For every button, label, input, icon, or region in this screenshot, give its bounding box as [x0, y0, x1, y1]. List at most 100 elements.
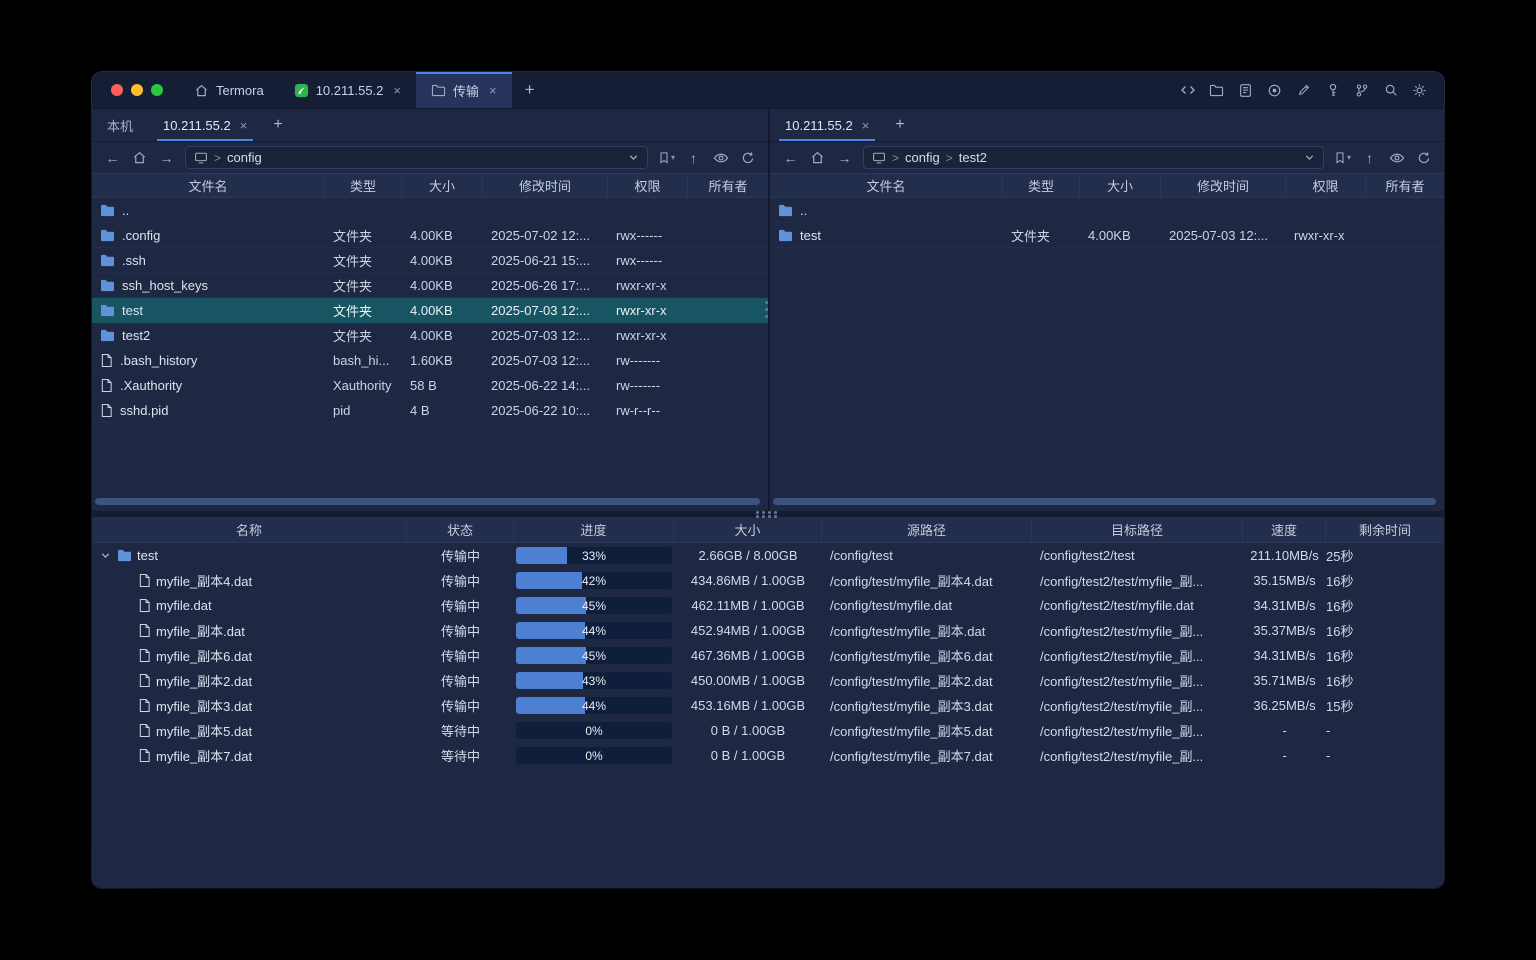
home-button[interactable] — [805, 146, 830, 170]
file-row[interactable]: .ssh文件夹4.00KB2025-06-21 15:...rwx------ — [92, 248, 768, 273]
transfer-row[interactable]: myfile_副本5.dat等待中0%0 B / 1.00GB/config/t… — [92, 718, 1444, 743]
transfer-row[interactable]: myfile_副本4.dat传输中42%434.86MB / 1.00GB/co… — [92, 568, 1444, 593]
transfer-row[interactable]: myfile_副本7.dat等待中0%0 B / 1.00GB/config/t… — [92, 743, 1444, 768]
path-breadcrumb[interactable]: >config>test2 — [863, 146, 1324, 169]
column-header[interactable]: 权限 — [608, 174, 688, 197]
show-hidden-files-button[interactable] — [1384, 146, 1409, 170]
refresh-button[interactable] — [1411, 146, 1436, 170]
close-tab-icon[interactable]: × — [489, 83, 497, 98]
transfer-row[interactable]: test传输中33%2.66GB / 8.00GB/config/test/co… — [92, 543, 1444, 568]
file-row[interactable]: ssh_host_keys文件夹4.00KB2025-06-26 17:...r… — [92, 273, 768, 298]
app-tab[interactable]: 传输× — [416, 72, 512, 108]
file-row[interactable]: sshd.pidpid4 B2025-06-22 10:...rw-r--r-- — [92, 398, 768, 423]
panel-tab[interactable]: 10.211.55.2× — [148, 109, 262, 141]
new-tab-button[interactable]: + — [512, 72, 548, 108]
app-tab[interactable]: Termora — [179, 72, 279, 108]
scrollbar-thumb[interactable] — [773, 498, 1436, 505]
transfer-column-header[interactable]: 速度 — [1243, 517, 1326, 542]
search-icon — [1384, 83, 1398, 97]
log-button[interactable] — [1236, 81, 1255, 100]
path-breadcrumb[interactable]: >config — [185, 146, 648, 169]
transfer-column-header[interactable]: 大小 — [674, 517, 822, 542]
transfer-remaining-cell: 16秒 — [1326, 621, 1353, 640]
transfer-size-cell: 452.94MB / 1.00GB — [674, 623, 822, 638]
column-header[interactable]: 权限 — [1286, 174, 1366, 197]
branch-button[interactable] — [1352, 81, 1371, 100]
chevron-down-icon: ▾ — [671, 153, 675, 162]
file-row[interactable]: .. — [770, 198, 1444, 223]
column-header[interactable]: 修改时间 — [1161, 174, 1286, 197]
close-tab-icon[interactable]: × — [240, 118, 248, 133]
transfer-column-header[interactable]: 目标路径 — [1032, 517, 1243, 542]
close-tab-icon[interactable]: × — [393, 83, 401, 98]
transfer-row[interactable]: myfile_副本2.dat传输中43%450.00MB / 1.00GB/co… — [92, 668, 1444, 693]
close-window-button[interactable] — [111, 84, 123, 96]
transfer-column-header[interactable]: 名称 — [92, 517, 407, 542]
record-button[interactable] — [1265, 81, 1284, 100]
expand-chevron-icon[interactable] — [98, 550, 112, 561]
transfer-splitter[interactable] — [92, 511, 1444, 517]
breadcrumb-segment[interactable]: config — [227, 150, 262, 165]
transfer-column-header[interactable]: 剩余时间 — [1326, 517, 1444, 542]
file-row[interactable]: .. — [92, 198, 768, 223]
column-header[interactable]: 类型 — [1003, 174, 1080, 197]
breadcrumb-segment[interactable]: config — [905, 150, 940, 165]
refresh-button[interactable] — [735, 146, 760, 170]
file-row[interactable]: .XauthorityXauthority58 B2025-06-22 14:.… — [92, 373, 768, 398]
column-header[interactable]: 文件名 — [92, 174, 325, 197]
folder-outline-button[interactable] — [1207, 81, 1226, 100]
file-row[interactable]: .config文件夹4.00KB2025-07-02 12:...rwx----… — [92, 223, 768, 248]
forward-button[interactable]: → — [154, 146, 179, 170]
transfer-row[interactable]: myfile_副本3.dat传输中44%453.16MB / 1.00GB/co… — [92, 693, 1444, 718]
column-header[interactable]: 大小 — [1080, 174, 1161, 197]
file-row[interactable]: test文件夹4.00KB2025-07-03 12:...rwxr-xr-x — [770, 223, 1444, 248]
transfer-column-header[interactable]: 源路径 — [822, 517, 1032, 542]
horizontal-scrollbar[interactable] — [773, 498, 1436, 505]
chevron-down-icon[interactable] — [628, 152, 639, 163]
splitter-handle-icon[interactable] — [756, 511, 780, 519]
bookmark-button[interactable]: ▾ — [654, 146, 679, 170]
breadcrumb-segment[interactable]: test2 — [959, 150, 987, 165]
up-directory-button[interactable]: ↑ — [681, 146, 706, 170]
horizontal-scrollbar[interactable] — [95, 498, 760, 505]
home-button[interactable] — [127, 146, 152, 170]
column-header[interactable]: 大小 — [402, 174, 483, 197]
close-tab-icon[interactable]: × — [862, 118, 870, 133]
file-row[interactable]: .bash_historybash_hi...1.60KB2025-07-03 … — [92, 348, 768, 373]
transfer-column-header[interactable]: 状态 — [407, 517, 514, 542]
bookmark-button[interactable]: ▾ — [1330, 146, 1355, 170]
new-panel-tab-button[interactable]: + — [262, 109, 293, 141]
panel-tab[interactable]: 本机 — [92, 109, 148, 141]
transfer-target-cell: /config/test2/test/myfile_副... — [1032, 721, 1243, 740]
scrollbar-thumb[interactable] — [95, 498, 760, 505]
right-file-panel: 10.211.55.2×+ ← → >config>test2 ▾↑ 文件名类型大小修改时… — [770, 109, 1444, 511]
edit-button[interactable] — [1294, 81, 1313, 100]
folder-outline-icon — [431, 84, 446, 97]
new-panel-tab-button[interactable]: + — [884, 109, 915, 141]
file-row[interactable]: test2文件夹4.00KB2025-07-03 12:...rwxr-xr-x — [92, 323, 768, 348]
file-row[interactable]: test文件夹4.00KB2025-07-03 12:...rwxr-xr-x — [92, 298, 768, 323]
transfer-row[interactable]: myfile.dat传输中45%462.11MB / 1.00GB/config… — [92, 593, 1444, 618]
search-button[interactable] — [1381, 81, 1400, 100]
settings-button[interactable] — [1410, 81, 1429, 100]
show-hidden-files-button[interactable] — [708, 146, 733, 170]
transfer-column-header[interactable]: 进度 — [514, 517, 674, 542]
forward-button[interactable]: → — [832, 146, 857, 170]
up-directory-button[interactable]: ↑ — [1357, 146, 1382, 170]
column-header[interactable]: 所有者 — [688, 174, 768, 197]
code-button[interactable] — [1178, 81, 1197, 100]
back-button[interactable]: ← — [778, 146, 803, 170]
panel-tab[interactable]: 10.211.55.2× — [770, 109, 884, 141]
app-tab[interactable]: 10.211.55.2× — [279, 72, 416, 108]
column-header[interactable]: 类型 — [325, 174, 402, 197]
zoom-window-button[interactable] — [151, 84, 163, 96]
column-header[interactable]: 文件名 — [770, 174, 1003, 197]
column-header[interactable]: 修改时间 — [483, 174, 608, 197]
column-header[interactable]: 所有者 — [1366, 174, 1444, 197]
key-button[interactable] — [1323, 81, 1342, 100]
back-button[interactable]: ← — [100, 146, 125, 170]
transfer-row[interactable]: myfile_副本.dat传输中44%452.94MB / 1.00GB/con… — [92, 618, 1444, 643]
transfer-row[interactable]: myfile_副本6.dat传输中45%467.36MB / 1.00GB/co… — [92, 643, 1444, 668]
minimize-window-button[interactable] — [131, 84, 143, 96]
chevron-down-icon[interactable] — [1304, 152, 1315, 163]
